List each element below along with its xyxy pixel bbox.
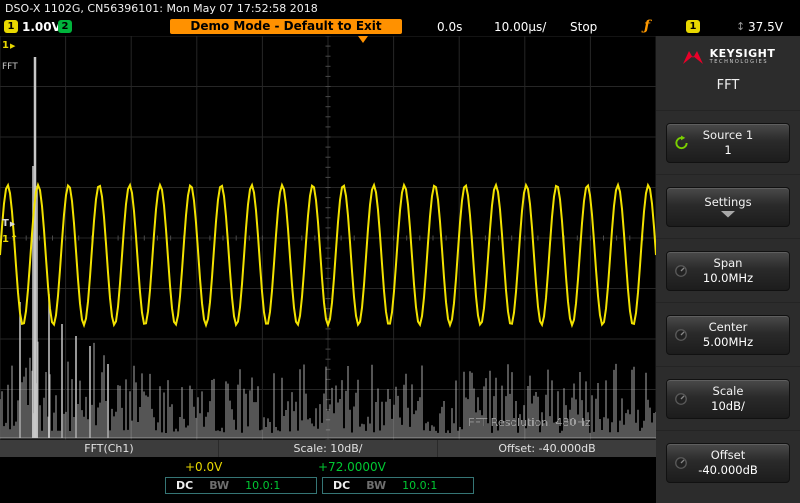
trigger-source-badge: 1 — [686, 20, 700, 33]
arrow-down-icon — [719, 210, 737, 218]
softkey-label: Settings — [704, 194, 752, 209]
ch1-coupling: DC — [176, 479, 194, 492]
softkey-center[interactable]: Center 5.00MHz — [666, 314, 790, 355]
menu-title: FFT — [716, 77, 740, 93]
softkey-settings[interactable]: Settings — [666, 186, 790, 227]
softkey-offset[interactable]: Offset -40.000dB — [666, 442, 790, 483]
right-arrow-icon: ▶ — [9, 41, 16, 50]
ch2-coupling: DC — [333, 479, 351, 492]
softkey-scale[interactable]: Scale 10dB/ — [666, 378, 790, 419]
oscilloscope-screen: DSO-X 1102G, CN56396101: Mon May 07 17:5… — [0, 0, 800, 503]
ch2-bandwidth-limit: BW — [366, 479, 387, 492]
softkey-section: Offset -40.000dB — [656, 430, 800, 494]
softkey-value: 1 — [724, 142, 732, 157]
up-arrow-icon: ↑ — [9, 234, 19, 245]
softkey-label: Offset — [710, 448, 746, 463]
knob-icon — [674, 392, 688, 406]
trigger-level-marker[interactable]: T ▶ — [2, 218, 15, 229]
softkey-label: Span — [713, 256, 743, 271]
softkey-section: Center 5.00MHz — [656, 302, 800, 366]
softkey-section: Source 1 1 — [656, 110, 800, 174]
fft-resolution-text: FFT Resolution: 480Hz — [468, 416, 591, 429]
softkey-label: Scale — [712, 384, 744, 399]
ch1-marker-label: 1 — [2, 40, 9, 51]
trigger-level-readout: 37.5V — [748, 20, 783, 34]
ch2-probe-ratio: 10.0:1 — [402, 479, 438, 492]
fft-status-bar: FFT(Ch1) Scale: 10dB/ Offset: -40.000dB — [0, 440, 656, 457]
softkey-span[interactable]: Span 10.0MHz — [666, 250, 790, 291]
fft-scale-label: Scale: 10dB/ — [219, 440, 438, 457]
brand-subtitle: TECHNOLOGIES — [709, 59, 769, 66]
timebase-scale-readout: 10.00µs/ — [494, 20, 547, 34]
keysight-logo: KEYSIGHT TECHNOLOGIES — [656, 47, 800, 66]
device-title: DSO-X 1102G, CN56396101: Mon May 07 17:5… — [5, 2, 318, 15]
ch1-offset-readout: +0.0V — [185, 460, 223, 474]
softkey-value: 5.00MHz — [702, 334, 754, 349]
softkey-section: Settings — [656, 174, 800, 238]
status-bar: 1 1.00V/ 2 Demo Mode - Default to Exit 0… — [0, 18, 800, 36]
ch1-info-box[interactable]: DC BW 10.0:1 — [165, 477, 317, 494]
demo-mode-banner: Demo Mode - Default to Exit — [170, 19, 402, 34]
fft-trace-label: FFT — [2, 62, 18, 72]
softkey-label: Source 1 — [702, 128, 754, 143]
softkey-source[interactable]: Source 1 1 — [666, 122, 790, 163]
fft-source-label: FFT(Ch1) — [0, 440, 219, 457]
trigger-edge-icon: ƒ — [644, 18, 651, 34]
right-arrow-icon: ▶ — [9, 219, 16, 228]
trigger-marker-label: T — [2, 218, 9, 229]
channel-readout-bar: +0.0V +72.0000V DC BW 10.0:1 DC BW 10.0:… — [0, 457, 656, 503]
trigger-level-arrow-icon: ↕ — [736, 20, 746, 33]
softkey-value: 10dB/ — [711, 398, 745, 413]
knob-icon — [674, 328, 688, 342]
softkey-menu: KEYSIGHT TECHNOLOGIES FFT Source 1 1 Set… — [656, 36, 800, 503]
ch1-reference-marker[interactable]: 1 ▶ — [2, 40, 15, 51]
ch2-offset-readout: +72.0000V — [318, 460, 386, 474]
softkey-section: Scale 10dB/ — [656, 366, 800, 430]
acquisition-status: Stop — [570, 20, 598, 34]
keysight-mark-icon — [682, 50, 703, 64]
scope-canvas — [0, 36, 656, 440]
ch1-bandwidth-limit: BW — [209, 479, 230, 492]
waveform-display: 1 ▶ FFT T ▶ 1 ↑ FFT Resolution: 480Hz — [0, 36, 656, 440]
softkey-label: Center — [708, 320, 748, 335]
ch1-probe-ratio: 10.0:1 — [245, 479, 281, 492]
softkey-area: Source 1 1 Settings Span 10.0MHz Center … — [656, 110, 800, 494]
ch1-ground-marker[interactable]: 1 ↑ — [2, 234, 18, 245]
rotate-icon — [674, 135, 689, 150]
time-position-readout: 0.0s — [437, 20, 463, 34]
knob-icon — [674, 456, 688, 470]
ch2-badge[interactable]: 2 — [58, 20, 72, 33]
title-bar: DSO-X 1102G, CN56396101: Mon May 07 17:5… — [0, 0, 800, 18]
fft-offset-label: Offset: -40.000dB — [498, 442, 596, 455]
softkey-value: 10.0MHz — [702, 270, 754, 285]
softkey-section: Span 10.0MHz — [656, 238, 800, 302]
knob-icon — [674, 264, 688, 278]
ch1-badge[interactable]: 1 — [4, 20, 18, 33]
trigger-position-marker[interactable] — [358, 36, 368, 43]
ch2-info-box[interactable]: DC BW 10.0:1 — [322, 477, 474, 494]
ch1-ground-label: 1 — [2, 234, 9, 245]
softkey-value: -40.000dB — [698, 462, 758, 477]
